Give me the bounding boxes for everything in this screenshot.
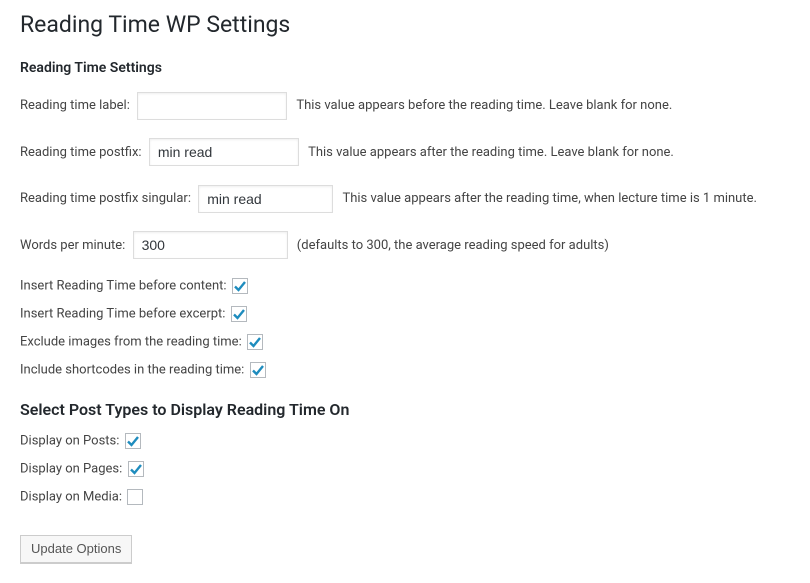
insert-before-content-label: Insert Reading Time before content: (20, 278, 227, 293)
reading-time-label-input[interactable] (137, 92, 287, 120)
exclude-images-checkbox[interactable] (247, 334, 263, 350)
reading-time-postfix-label: Reading time postfix: (20, 145, 142, 160)
display-on-posts-label: Display on Posts: (20, 433, 119, 448)
reading-time-label-desc: This value appears before the reading ti… (296, 98, 672, 113)
insert-before-excerpt-checkbox[interactable] (231, 306, 247, 322)
exclude-images-label: Exclude images from the reading time: (20, 334, 242, 349)
insert-before-content-checkbox[interactable] (232, 278, 248, 294)
update-options-button[interactable]: Update Options (20, 535, 132, 563)
display-on-media-label: Display on Media: (20, 489, 122, 504)
display-on-posts-checkbox[interactable] (125, 433, 141, 449)
page-title: Reading Time WP Settings (20, 10, 790, 40)
reading-time-postfix-singular-label: Reading time postfix singular: (20, 191, 191, 206)
reading-time-postfix-singular-input[interactable] (198, 185, 333, 213)
words-per-minute-desc: (defaults to 300, the average reading sp… (297, 238, 609, 253)
insert-before-excerpt-label: Insert Reading Time before excerpt: (20, 306, 225, 321)
section-heading-settings: Reading Time Settings (20, 60, 790, 76)
reading-time-postfix-input[interactable] (149, 138, 299, 166)
reading-time-postfix-singular-desc: This value appears after the reading tim… (342, 191, 757, 206)
display-on-pages-checkbox[interactable] (128, 461, 144, 477)
display-on-media-checkbox[interactable] (127, 489, 143, 505)
reading-time-label-label: Reading time label: (20, 98, 130, 113)
words-per-minute-label: Words per minute: (20, 238, 125, 253)
display-on-pages-label: Display on Pages: (20, 461, 122, 476)
include-shortcodes-label: Include shortcodes in the reading time: (20, 362, 244, 377)
reading-time-postfix-desc: This value appears after the reading tim… (308, 145, 674, 160)
section-heading-post-types: Select Post Types to Display Reading Tim… (20, 400, 790, 419)
words-per-minute-input[interactable] (133, 231, 288, 259)
include-shortcodes-checkbox[interactable] (250, 362, 266, 378)
